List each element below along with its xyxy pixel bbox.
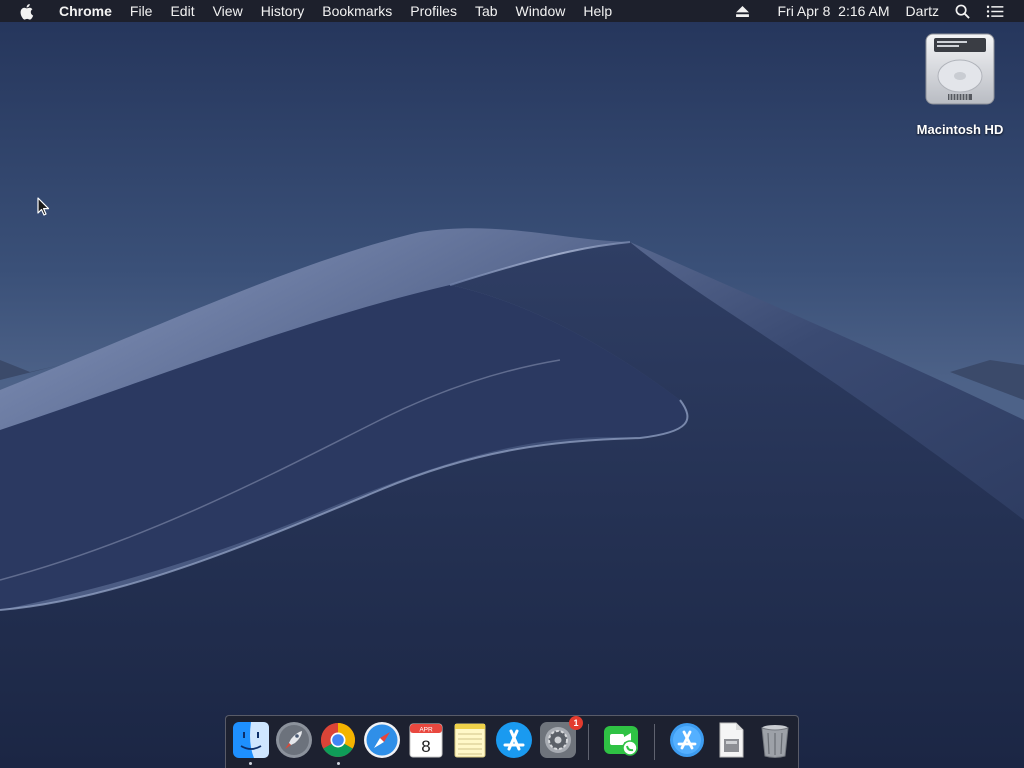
menu-help[interactable]: Help <box>574 0 621 22</box>
dock-separator <box>588 724 589 760</box>
dock-applications-folder[interactable] <box>668 721 706 759</box>
applications-folder-icon <box>670 723 704 757</box>
menu-bar: Chrome File Edit View History Bookmarks … <box>0 0 1024 22</box>
mouse-cursor-icon <box>37 197 51 217</box>
notification-badge: 1 <box>569 716 583 730</box>
spotlight-search-icon[interactable] <box>947 4 978 19</box>
desktop-icon-macintosh-hd[interactable]: Macintosh HD <box>905 30 1015 137</box>
eject-icon[interactable] <box>728 5 757 17</box>
dock: APR 8 1 <box>225 715 799 768</box>
calendar-month: APR <box>419 727 433 734</box>
notes-icon <box>454 723 486 758</box>
menu-app-name[interactable]: Chrome <box>50 0 121 22</box>
launchpad-rocket-icon <box>276 722 312 758</box>
dock-finder[interactable] <box>232 721 270 759</box>
calendar-day: 8 <box>421 737 430 756</box>
dock-document[interactable] <box>712 721 750 759</box>
menu-window[interactable]: Window <box>507 0 575 22</box>
desktop-icon-label: Macintosh HD <box>916 122 1004 137</box>
menu-edit[interactable]: Edit <box>161 0 203 22</box>
finder-icon <box>233 722 269 758</box>
menu-tab[interactable]: Tab <box>466 0 507 22</box>
menu-view[interactable]: View <box>204 0 252 22</box>
dock-separator <box>654 724 655 760</box>
menu-clock[interactable]: Fri Apr 8 2:16 AM <box>769 0 897 22</box>
apple-menu-icon[interactable] <box>19 2 37 20</box>
menu-file[interactable]: File <box>121 0 162 22</box>
mojave-wallpaper <box>0 0 1024 768</box>
hard-drive-icon <box>922 30 998 108</box>
dock-chrome[interactable] <box>319 721 357 759</box>
dock-app-store[interactable] <box>495 721 533 759</box>
chrome-icon <box>321 723 355 757</box>
menu-bar-extras: Fri Apr 8 2:16 AM Dartz <box>728 0 1024 22</box>
dock-safari[interactable] <box>363 721 401 759</box>
safari-compass-icon <box>364 722 400 758</box>
menu-user-name[interactable]: Dartz <box>898 0 947 22</box>
dock-system-preferences[interactable]: 1 <box>539 716 583 759</box>
dock-running-indicator <box>249 762 252 765</box>
notification-center-icon[interactable] <box>978 5 1012 18</box>
trash-icon <box>761 725 789 758</box>
dock-running-indicator <box>337 762 340 765</box>
calendar-icon: APR 8 <box>409 723 443 758</box>
facetime-icon <box>604 726 638 756</box>
dock-launchpad[interactable] <box>275 721 313 759</box>
dock-notes[interactable] <box>451 721 489 759</box>
dock-trash[interactable] <box>756 721 794 759</box>
dock-facetime[interactable] <box>602 721 640 759</box>
desktop <box>0 0 1024 768</box>
menu-bookmarks[interactable]: Bookmarks <box>313 0 401 22</box>
document-icon <box>719 722 744 758</box>
menu-profiles[interactable]: Profiles <box>401 0 466 22</box>
menu-history[interactable]: History <box>252 0 314 22</box>
app-store-icon <box>496 722 532 758</box>
dock-calendar[interactable]: APR 8 <box>407 721 445 759</box>
